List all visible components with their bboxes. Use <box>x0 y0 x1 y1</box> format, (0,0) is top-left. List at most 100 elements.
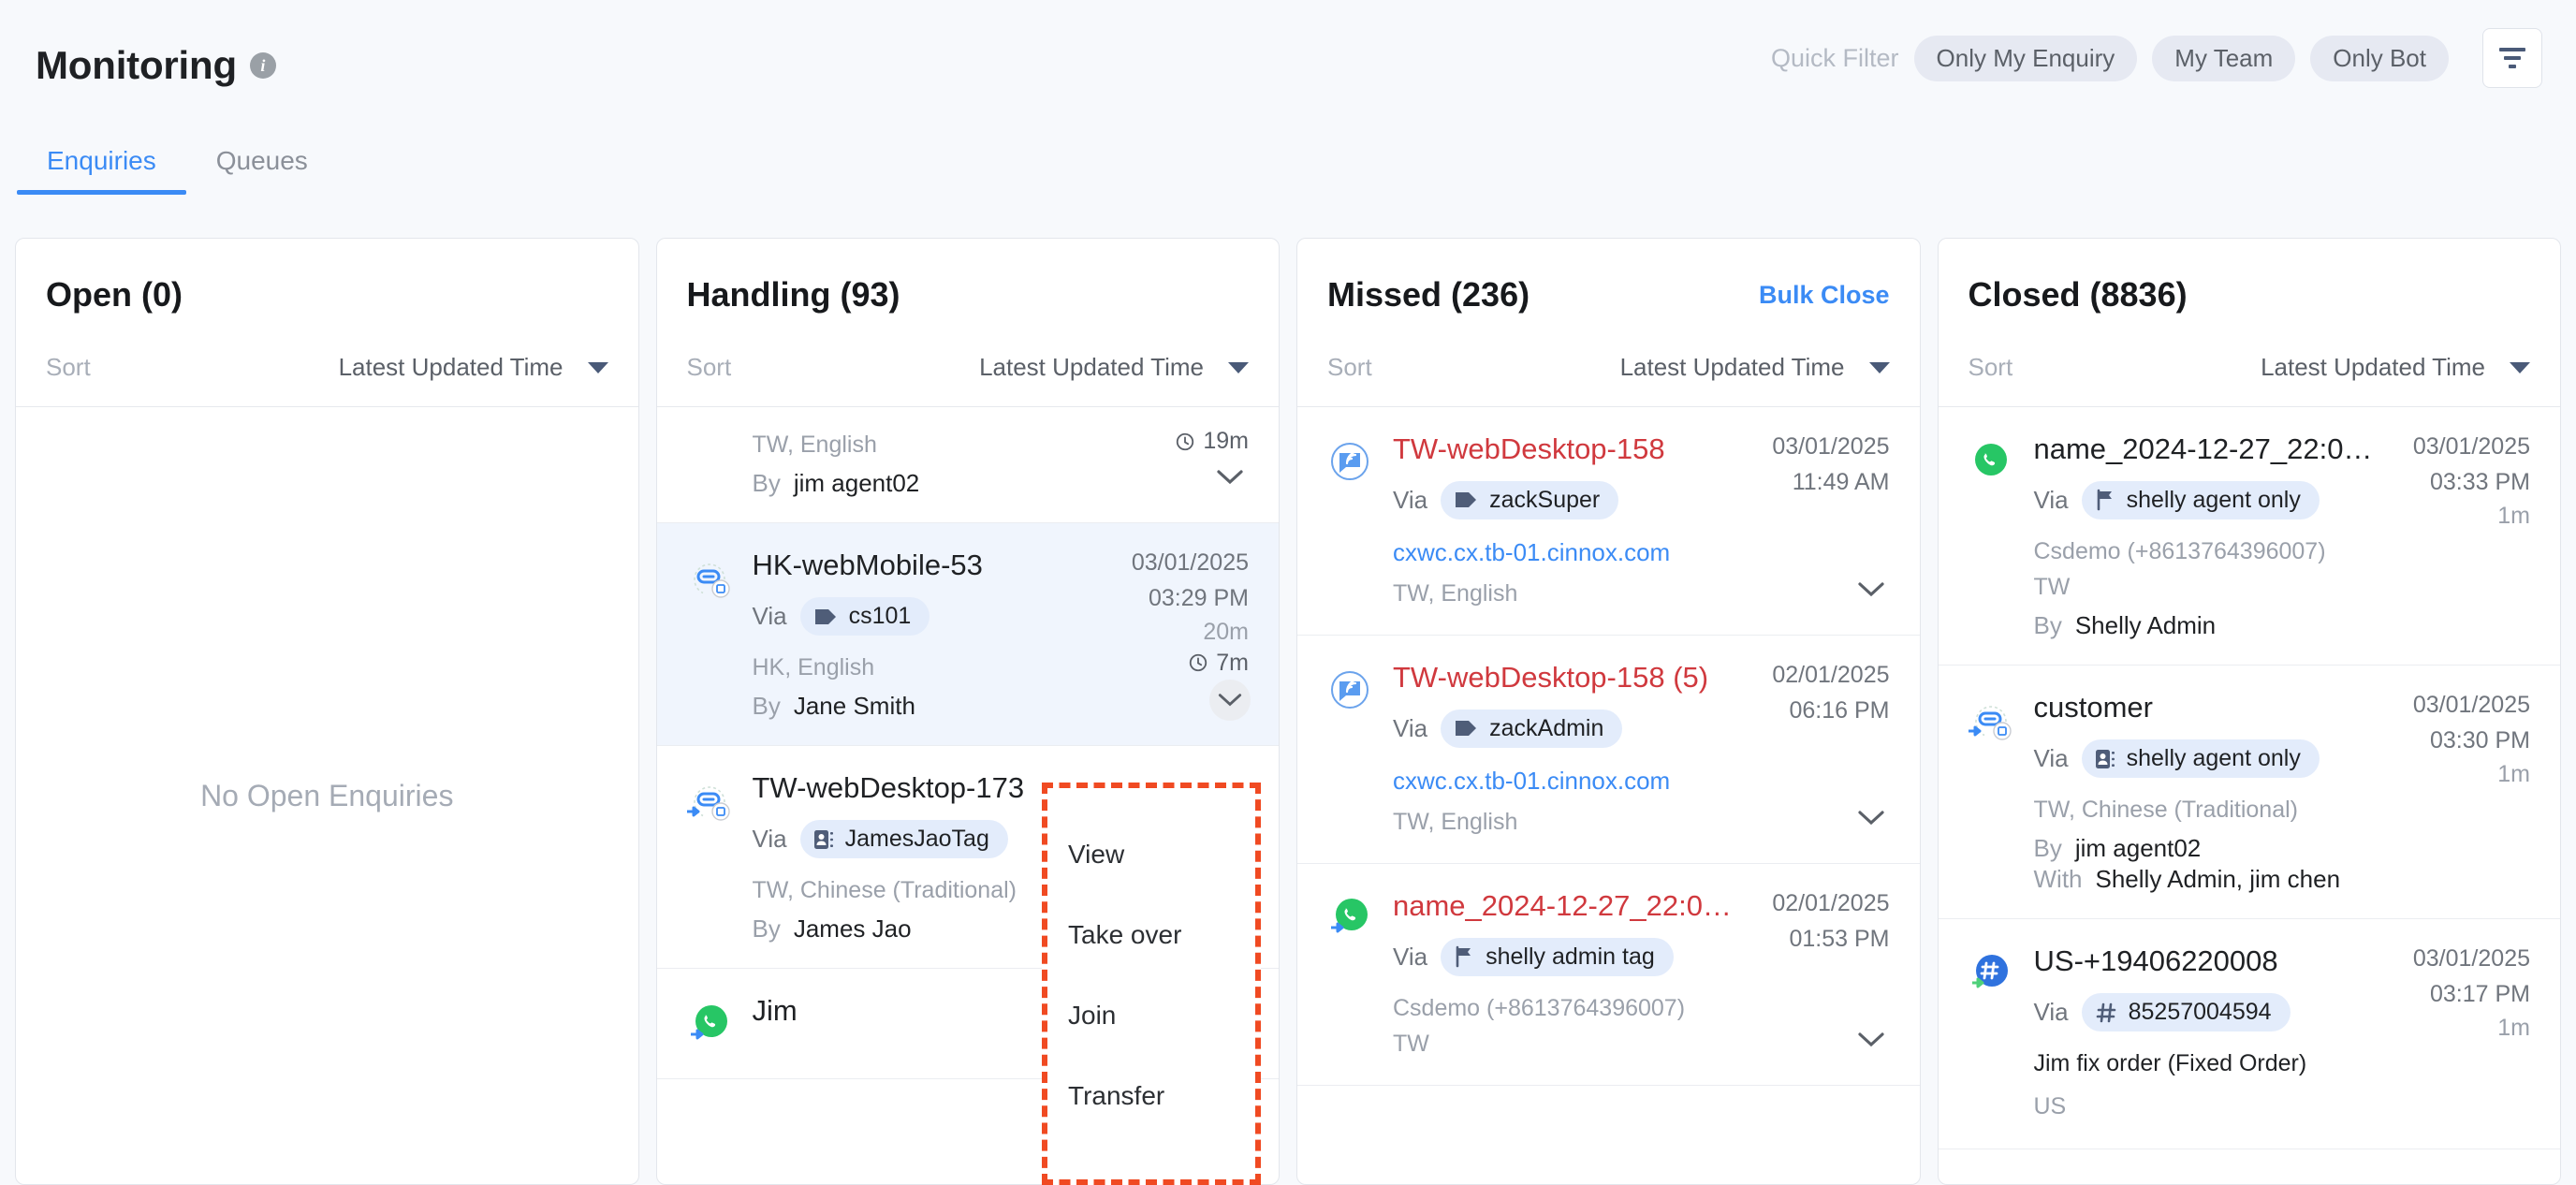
card-link[interactable]: cxwc.cx.tb-01.cinnox.com <box>1393 767 1755 796</box>
contact-icon <box>2095 748 2115 770</box>
column-header: Open (0) Sort Latest Updated Time <box>16 239 638 406</box>
card-title: US-+19406220008 <box>2033 944 2278 978</box>
sort-select-closed[interactable]: Latest Updated Time <box>2261 353 2530 382</box>
card-date: 03/01/2025 <box>2412 692 2530 719</box>
tag-icon <box>1454 718 1478 739</box>
card-link[interactable]: cxwc.cx.tb-01.cinnox.com <box>1393 538 1755 567</box>
card-locale: HK, English <box>752 654 875 680</box>
enquiry-card[interactable]: TW-webDesktop-158 Via zackSuper cxwc.cx.… <box>1297 407 1920 636</box>
card-locale: TW, English <box>1393 579 1518 607</box>
card-by: By Shelly Admin <box>2034 611 2396 640</box>
menu-item-take-over[interactable]: Take over <box>1047 904 1255 966</box>
card-date: 03/01/2025 <box>1131 549 1249 577</box>
enquiry-card[interactable]: HK-webMobile-53 Via cs101 HK, English By <box>656 523 1279 747</box>
sort-value: Latest Updated Time <box>2261 353 2485 381</box>
via-label: Via <box>1393 713 1428 742</box>
column-body-closed: name_2024-12-27_22:0… Via shelly agent o… <box>1938 407 2560 1184</box>
info-icon[interactable]: i <box>249 52 276 79</box>
tag-label: zackAdmin <box>1489 714 1604 741</box>
via-tag[interactable]: 85257004594 <box>2081 993 2291 1031</box>
card-title: HK-webMobile-53 <box>752 549 983 582</box>
menu-item-transfer[interactable]: Transfer <box>1047 1065 1255 1127</box>
filter-icon <box>2499 48 2525 68</box>
chip-my-team[interactable]: My Team <box>2152 35 2296 81</box>
column-closed: Closed (8836) Sort Latest Updated Time n… <box>1937 238 2561 1185</box>
card-time: 03:30 PM <box>2429 727 2530 753</box>
whatsapp-transfer-icon <box>690 1005 727 1040</box>
card-by: By jim agent02 <box>753 469 1159 498</box>
by-label: By <box>752 469 781 498</box>
expand-chevron[interactable] <box>1209 457 1251 498</box>
card-channel-icon <box>1965 944 2017 1123</box>
whatsapp-icon <box>1974 444 2007 475</box>
sort-label: Sort <box>1968 353 2013 381</box>
sort-select-open[interactable]: Latest Updated Time <box>339 353 608 382</box>
chevron-down-icon <box>1217 470 1243 485</box>
via-tag[interactable]: shelly agent only <box>2081 739 2320 778</box>
enquiry-card[interactable]: name_2024-12-27_22:0… Via shelly agent o… <box>1938 407 2560 666</box>
enquiry-card[interactable]: name_2024-12-27_22:0… Via shelly admin t… <box>1297 864 1920 1087</box>
enquiry-card[interactable]: customer Via shelly agent only TW, Chine… <box>1938 666 2560 920</box>
webchat-icon <box>1331 671 1368 709</box>
via-tag[interactable]: cs101 <box>799 597 930 636</box>
chip-only-my-enquiry[interactable]: Only My Enquiry <box>1913 35 2138 81</box>
card-locale: Csdemo (+8613764396007) <box>1393 994 1686 1021</box>
column-title-missed: Missed (236) <box>1327 275 1530 314</box>
sort-label: Sort <box>1327 353 1372 381</box>
card-via: Via shelly agent only <box>2034 480 2396 519</box>
page-title-group: Monitoring i <box>36 43 276 88</box>
sort-select-handling[interactable]: Latest Updated Time <box>979 353 1249 382</box>
card-date: 02/01/2025 <box>1772 890 1890 916</box>
tag-icon <box>813 607 838 627</box>
card-channel-icon <box>683 548 736 721</box>
via-tag[interactable]: JamesJaoTag <box>799 820 1008 858</box>
link-desktop-transfer-icon <box>1968 706 2012 740</box>
card-locale: TW, English <box>752 432 877 458</box>
card-timer: 7m <box>1188 650 1249 677</box>
filter-button[interactable] <box>2482 28 2542 88</box>
column-title-open: Open (0) <box>46 275 183 314</box>
tab-enquiries[interactable]: Enquiries <box>17 131 186 195</box>
via-label: Via <box>752 602 787 630</box>
via-tag[interactable]: shelly agent only <box>2081 480 2320 519</box>
card-by: By jim agent02 <box>2034 834 2396 863</box>
via-tag[interactable]: shelly admin tag <box>1441 937 1674 976</box>
card-via: Via shelly agent only <box>2034 739 2396 778</box>
sms-transfer-icon <box>1971 955 2008 988</box>
enquiry-card[interactable]: TW-webDesktop-158 (5) Via zackAdmin cxwc… <box>1297 636 1920 864</box>
sort-label: Sort <box>686 353 732 381</box>
card-subtitle: Jim fix order (Fixed Order) <box>2033 1050 2307 1076</box>
sort-value: Latest Updated Time <box>338 353 564 381</box>
enquiry-card[interactable]: TW, English By jim agent02 19m <box>656 407 1279 524</box>
card-timer: 19m <box>1175 428 1249 455</box>
via-tag[interactable]: zackSuper <box>1441 480 1619 519</box>
sort-select-missed[interactable]: Latest Updated Time <box>1620 353 1890 382</box>
card-title: name_2024-12-27_22:0… <box>2033 432 2373 465</box>
timer-value: 19m <box>1203 428 1249 454</box>
empty-state-open: No Open Enquiries <box>200 778 454 812</box>
bulk-close-button[interactable]: Bulk Close <box>1759 281 1890 310</box>
column-title-handling: Handling (93) <box>686 275 900 314</box>
card-icon-placeholder <box>683 428 736 498</box>
card-date: 03/01/2025 <box>2412 945 2530 973</box>
via-tag[interactable]: zackAdmin <box>1441 709 1623 748</box>
expand-chevron[interactable] <box>1851 1019 1892 1061</box>
via-label: Via <box>2033 744 2069 772</box>
by-label: By <box>2033 611 2062 640</box>
chip-only-bot[interactable]: Only Bot <box>2310 35 2449 81</box>
menu-item-view[interactable]: View <box>1047 824 1255 885</box>
menu-item-join[interactable]: Join <box>1047 985 1255 1046</box>
expand-chevron[interactable] <box>1851 797 1892 839</box>
expand-chevron[interactable] <box>1209 680 1251 722</box>
expand-chevron[interactable] <box>1851 569 1892 610</box>
sort-label: Sort <box>46 353 91 381</box>
card-duration: 1m <box>2497 502 2530 529</box>
column-header: Closed (8836) Sort Latest Updated Time <box>1939 239 2561 406</box>
tag-icon <box>1454 490 1478 510</box>
by-value: jim agent02 <box>793 469 920 498</box>
card-via: Via zackSuper <box>1393 480 1755 519</box>
card-time: 11:49 AM <box>1792 468 1890 495</box>
card-duration: 1m <box>2497 1014 2530 1041</box>
enquiry-card[interactable]: US-+19406220008 Via 85257004594 Jim fix … <box>1938 919 2560 1149</box>
tab-queues[interactable]: Queues <box>186 131 338 195</box>
